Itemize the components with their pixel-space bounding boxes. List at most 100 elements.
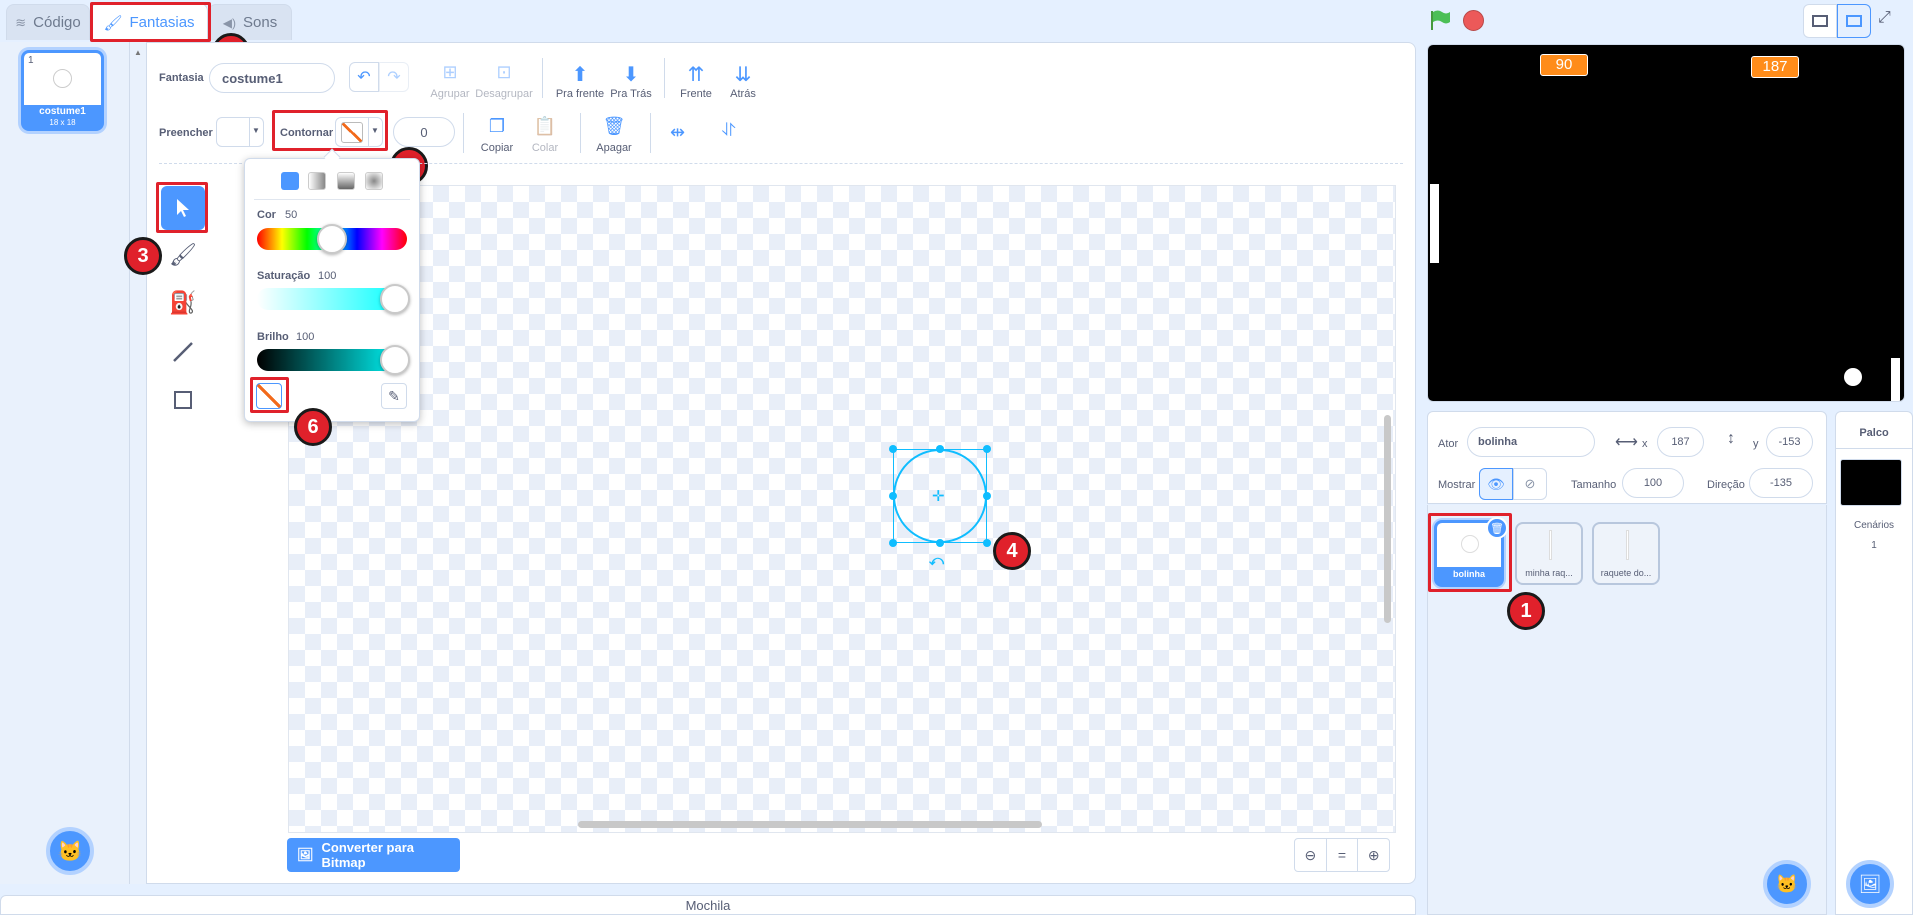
color-slider-knob[interactable]: [317, 224, 347, 254]
stage-thumbnail[interactable]: [1840, 459, 1902, 506]
sprite-name: minha raq...: [1525, 568, 1573, 578]
move-crosshair-icon[interactable]: ✛: [932, 487, 945, 505]
paste-button[interactable]: 📋 Colar: [515, 116, 575, 154]
fill-tool[interactable]: ⛽: [161, 281, 205, 325]
back-icon: ⇊: [734, 64, 752, 86]
vertical-arrows-icon: ↕: [1727, 430, 1735, 447]
eyedropper-button[interactable]: ✎: [381, 383, 407, 409]
show-button[interactable]: 👁: [1479, 468, 1513, 500]
score-monitor-right: 187: [1751, 56, 1799, 78]
outline-width-input[interactable]: 0: [393, 117, 455, 147]
fullscreen-button[interactable]: ⤢: [1878, 9, 1891, 27]
radial-gradient-button[interactable]: [365, 172, 383, 190]
stop-button[interactable]: [1463, 10, 1484, 31]
flip-vertical-button[interactable]: ⥯: [722, 120, 735, 141]
hide-button[interactable]: ⊘: [1513, 468, 1547, 500]
eyedropper-icon: ✎: [388, 387, 400, 404]
speaker-icon: ◀): [222, 15, 237, 30]
green-flag-button[interactable]: [1428, 8, 1452, 37]
sprite-item-minha-raquete[interactable]: minha raq...: [1515, 522, 1583, 585]
undo-button[interactable]: ↶: [349, 62, 379, 92]
delete-button[interactable]: 🗑 Apagar: [584, 116, 644, 154]
canvas-vertical-scrollbar[interactable]: [1384, 415, 1391, 623]
costume-item-1[interactable]: 1 costume1 18 x 18: [21, 50, 104, 131]
zoom-out-button[interactable]: ⊖: [1295, 839, 1327, 871]
divider: [664, 58, 665, 98]
back-button[interactable]: ⇊ Atrás: [713, 62, 773, 100]
step-badge-1: 1: [1507, 592, 1545, 630]
sprite-name: raquete do...: [1600, 568, 1652, 578]
fill-color-button[interactable]: ▼: [216, 117, 264, 147]
saturation-label: Saturação: [257, 270, 311, 282]
saturation-slider-knob[interactable]: [380, 284, 410, 314]
score-monitor-left: 90: [1540, 54, 1588, 76]
rotate-handle-icon[interactable]: ⤺: [929, 552, 944, 569]
zoom-out-icon: ⊖: [1304, 846, 1317, 863]
zoom-reset-button[interactable]: =: [1327, 839, 1359, 871]
selection-handle[interactable]: [983, 539, 991, 547]
zoom-controls: ⊖ = ⊕: [1294, 838, 1390, 872]
backward-button[interactable]: ⬇ Pra Trás: [601, 62, 661, 100]
front-label: Frente: [680, 88, 712, 100]
small-stage-button[interactable]: [1803, 4, 1837, 38]
paint-canvas[interactable]: [288, 185, 1396, 833]
scroll-up-arrow-icon[interactable]: ▲: [134, 48, 142, 57]
canvas-horizontal-scrollbar[interactable]: [578, 821, 1042, 828]
choose-sprite-button[interactable]: 🐱: [1763, 860, 1811, 908]
zoom-in-button[interactable]: ⊕: [1358, 839, 1389, 871]
horizontal-gradient-button[interactable]: [308, 172, 326, 190]
rectangle-tool[interactable]: [161, 378, 205, 422]
selection-handle[interactable]: [983, 492, 991, 500]
redo-button[interactable]: ↷: [379, 62, 409, 92]
selection-handle[interactable]: [936, 445, 944, 453]
convert-label: Converter para Bitmap: [321, 840, 414, 870]
selection-handle[interactable]: [889, 492, 897, 500]
stage-canvas[interactable]: 90 187: [1427, 44, 1905, 402]
choose-backdrop-button[interactable]: 🖼: [1846, 860, 1894, 908]
size-label: Tamanho: [1571, 479, 1617, 491]
selection-handle[interactable]: [936, 539, 944, 547]
brightness-label: Brilho: [257, 331, 289, 343]
size-input[interactable]: 100: [1622, 468, 1684, 498]
direction-label: Direção: [1707, 479, 1745, 491]
paste-icon: 📋: [533, 116, 557, 136]
flip-horizontal-button[interactable]: ⇹: [670, 122, 685, 143]
convert-to-bitmap-button[interactable]: 🖼 Converter para Bitmap: [287, 838, 460, 872]
step-badge-6: 6: [294, 408, 332, 446]
x-input[interactable]: 187: [1657, 427, 1704, 457]
rectangle-icon: [174, 391, 192, 409]
highlight-no-color: [250, 377, 289, 413]
brightness-slider-knob[interactable]: [380, 345, 410, 375]
image-icon: 🖼: [297, 847, 314, 862]
selection-handle[interactable]: [889, 445, 897, 453]
y-input[interactable]: -153: [1766, 427, 1813, 457]
divider: [463, 113, 464, 153]
costume-name: costume1: [39, 106, 86, 117]
right-paddle-sprite: [1891, 358, 1900, 401]
vertical-gradient-button[interactable]: [337, 172, 355, 190]
sprite-item-raquete-do[interactable]: raquete do...: [1592, 522, 1660, 585]
image-plus-icon: 🖼: [1858, 873, 1882, 894]
divider: [650, 113, 651, 153]
costume-list: [0, 42, 130, 884]
costume-list-scrollbar[interactable]: [130, 42, 146, 884]
choose-costume-button[interactable]: 🐱: [46, 827, 94, 875]
tab-code[interactable]: ≋ Código: [6, 4, 90, 40]
left-paddle-sprite: [1430, 184, 1439, 263]
ungroup-button[interactable]: ⊡ Desagrupar: [474, 62, 534, 100]
solid-color-mode-button[interactable]: [281, 172, 299, 190]
group-button[interactable]: ⊞ Agrupar: [420, 62, 480, 100]
direction-input[interactable]: -135: [1749, 468, 1813, 498]
step-badge-4: 4: [993, 532, 1031, 570]
selection-handle[interactable]: [983, 445, 991, 453]
selection-handle[interactable]: [889, 539, 897, 547]
brush-tool[interactable]: 🖌: [161, 233, 205, 277]
line-tool[interactable]: [161, 330, 205, 374]
divider: [542, 58, 543, 98]
backpack-bar[interactable]: Mochila: [0, 895, 1416, 915]
costume-name-input[interactable]: costume1: [209, 63, 335, 93]
sprite-name-input[interactable]: bolinha: [1467, 427, 1595, 457]
back-label: Atrás: [730, 88, 756, 100]
delete-label: Apagar: [596, 142, 632, 154]
large-stage-button[interactable]: [1837, 4, 1871, 38]
